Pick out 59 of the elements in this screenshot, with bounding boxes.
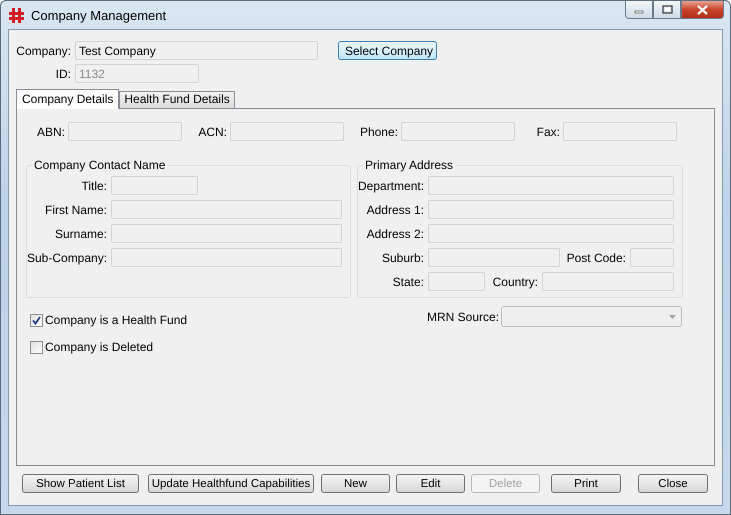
text-field[interactable] [428,176,674,195]
text-field[interactable] [68,122,182,141]
field-label: Fax: [536,124,560,138]
field-label: State: [392,274,424,288]
field-label: ABN: [36,124,65,138]
text-field[interactable] [401,122,515,141]
field-label: Surname: [54,226,107,240]
text-field[interactable] [111,248,342,267]
field-label: Department: [358,178,424,192]
tab[interactable]: Health Fund Details [119,91,235,108]
text-field[interactable] [111,176,198,195]
action-button[interactable]: Edit [396,474,465,493]
text-field[interactable] [428,248,560,267]
company-field[interactable]: Test Company [75,41,318,60]
company-label: Company: [15,44,71,58]
text-field[interactable] [542,272,674,291]
field-label: Sub-Company: [27,250,107,264]
action-button[interactable]: Show Patient List [22,474,139,493]
text-field[interactable] [111,200,342,219]
text-field[interactable] [428,272,485,291]
app-icon [8,6,25,24]
field-label: Address 2: [366,226,424,240]
window-title: Company Management [31,8,166,22]
close-button[interactable] [681,1,724,19]
field-label: Title: [80,178,107,192]
field-label: Suburb: [380,250,424,264]
mrn-source-dropdown[interactable] [501,306,682,327]
action-button[interactable]: New [321,474,390,493]
field-label: Country: [492,274,538,288]
group-title: Primary Address [364,158,454,172]
text-field[interactable] [563,122,677,141]
text-field[interactable] [428,224,674,243]
text-field[interactable] [630,248,674,267]
checkbox-label: Company is a Health Fund [45,313,188,327]
maximize-button[interactable] [653,1,681,19]
check-icon [32,316,41,324]
action-button[interactable]: Close [638,474,708,493]
checkbox[interactable] [30,314,43,326]
close-icon [697,4,708,14]
tab[interactable]: Company Details [16,89,120,109]
text-field[interactable] [230,122,344,141]
id-label: ID: [54,66,71,80]
minimize-button[interactable] [625,1,653,19]
action-button[interactable]: Print [551,474,621,493]
checkbox-label: Company is Deleted [45,340,154,354]
action-button[interactable]: Update Healthfund Capabilities [148,474,314,493]
text-field[interactable] [428,200,674,219]
select-company-button[interactable]: Select Company [338,41,437,60]
field-label: Phone: [360,124,398,138]
field-label: ACN: [198,124,227,138]
checkbox[interactable] [30,340,43,354]
text-field[interactable] [111,224,342,243]
group-title: Company Contact Name [33,158,166,172]
dropdown-arrow-icon [669,314,676,318]
field-label: MRN Source: [427,310,500,324]
maximize-icon [662,5,672,14]
field-label: Address 1: [366,202,424,216]
field-label: Post Code: [566,250,626,264]
field-label: First Name: [44,202,107,216]
